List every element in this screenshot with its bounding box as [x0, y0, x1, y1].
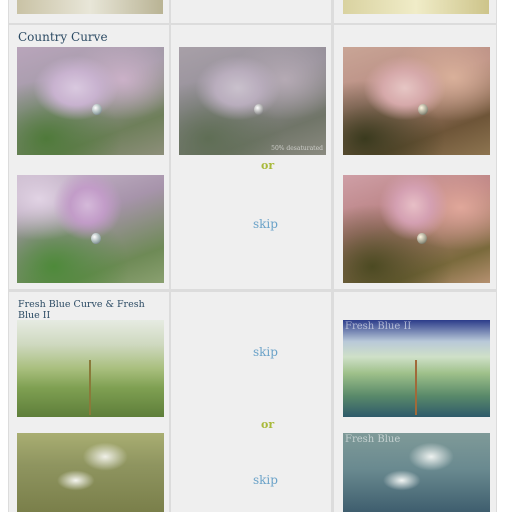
lilac-photo-original	[17, 47, 164, 155]
lilac-photo-desaturated: 50% desaturated	[179, 47, 326, 155]
flowers-photo-original	[17, 433, 164, 512]
lilac-photo-country-variant	[343, 175, 490, 283]
grass-photo-original	[17, 320, 164, 417]
desaturated-note: 50% desaturated	[271, 145, 323, 152]
skip-link[interactable]: skip	[253, 345, 278, 359]
section-title: Fresh Blue Curve & Fresh Blue II	[18, 299, 145, 321]
table-cell: 50% desaturated or skip	[171, 25, 331, 289]
table-cell: skip or skip	[171, 292, 331, 512]
watermark: Fresh Blue II	[345, 321, 412, 332]
water-drop	[418, 104, 428, 115]
or-label: or	[261, 418, 275, 431]
table-cell: Fresh Blue Curve & Fresh Blue II	[9, 292, 169, 512]
table-cell	[171, 0, 331, 23]
or-label: or	[261, 159, 275, 172]
lilac-photo-country	[343, 47, 490, 155]
glass-photo-edited	[343, 0, 489, 14]
grass-stem	[89, 360, 91, 415]
grass-stem	[415, 360, 417, 415]
comparison-table: Country Curve 50% desaturated or skip Fr…	[8, 0, 497, 512]
grass-photo-fresh-blue-ii: Fresh Blue II	[343, 320, 490, 417]
water-drop	[254, 104, 264, 115]
water-drop	[417, 233, 427, 244]
table-cell: Country Curve	[9, 25, 169, 289]
skip-link[interactable]: skip	[253, 217, 278, 231]
water-drop	[92, 104, 102, 115]
table-cell: Fresh Blue II Fresh Blue	[334, 292, 496, 512]
flowers-photo-fresh-blue: Fresh Blue	[343, 433, 490, 512]
table-cell	[9, 0, 169, 23]
watermark: Fresh Blue	[345, 434, 401, 445]
section-title: Country Curve	[18, 30, 108, 44]
table-cell	[334, 25, 496, 289]
water-drop	[91, 233, 101, 244]
lilac-photo-variant	[17, 175, 164, 283]
skip-link[interactable]: skip	[253, 473, 278, 487]
table-cell	[334, 0, 496, 23]
glass-photo-original	[17, 0, 163, 14]
